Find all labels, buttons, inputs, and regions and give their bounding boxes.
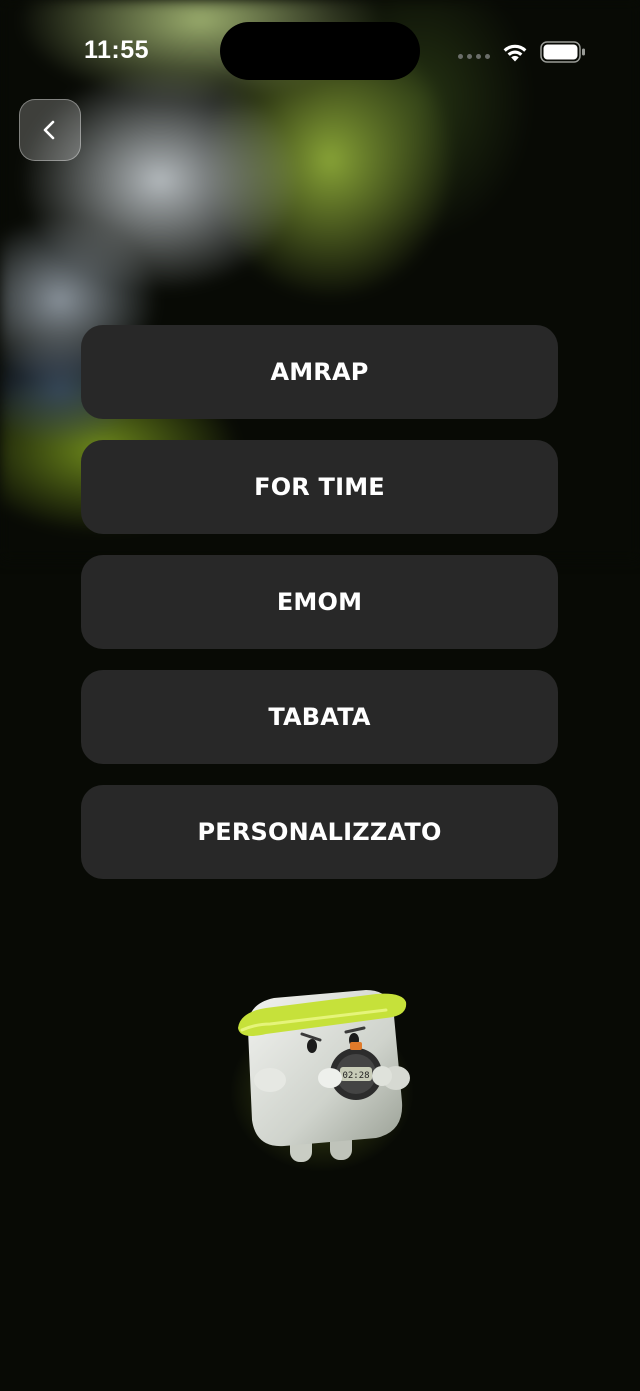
for-time-button[interactable]: FOR TIME bbox=[81, 440, 558, 534]
status-time: 11:55 bbox=[84, 36, 150, 64]
workout-mode-list: AMRAP FOR TIME EMOM TABATA PERSONALIZZAT… bbox=[81, 325, 558, 900]
stopwatch-display: 02:28 bbox=[342, 1071, 369, 1081]
amrap-button[interactable]: AMRAP bbox=[81, 325, 558, 419]
dynamic-island bbox=[220, 22, 420, 80]
back-button[interactable] bbox=[19, 99, 81, 161]
cellular-signal-icon bbox=[458, 54, 490, 59]
personalizzato-button[interactable]: PERSONALIZZATO bbox=[81, 785, 558, 879]
mascot-stopwatch-illustration: 02:28 bbox=[230, 990, 414, 1172]
chevron-left-icon bbox=[43, 120, 55, 140]
wifi-icon bbox=[503, 44, 527, 62]
battery-icon bbox=[540, 41, 585, 63]
emom-button[interactable]: EMOM bbox=[81, 555, 558, 649]
screen: 11:55 AMRAP FOR TIME EMOM TABATA PERSONA… bbox=[0, 0, 640, 1391]
tabata-button[interactable]: TABATA bbox=[81, 670, 558, 764]
